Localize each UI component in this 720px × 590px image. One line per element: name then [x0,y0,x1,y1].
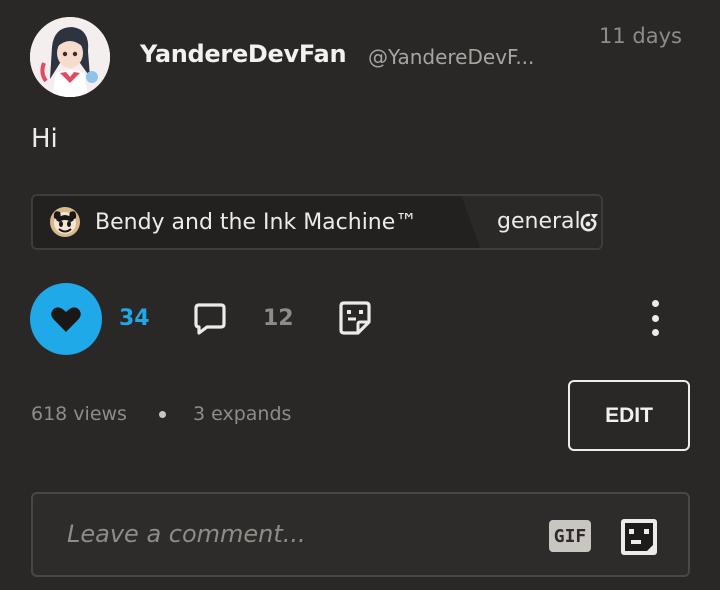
post-body: Hi [31,124,58,154]
comment-input[interactable]: Leave a comment... GIF [31,492,690,577]
tag-game-name: Bendy and the Ink Machine™ [95,209,418,235]
gif-button[interactable]: GIF [549,520,591,552]
tag-bar: Bendy and the Ink Machine™ general [31,194,603,250]
tag-channel[interactable]: general [479,196,601,248]
comment-icon[interactable] [193,302,227,336]
post-card: YandereDevFan @YandereDevF... 11 days Hi… [0,0,720,590]
bendy-icon [50,207,80,237]
edit-button[interactable]: EDIT [568,380,690,451]
post-timestamp: 11 days [599,24,682,48]
comment-count: 12 [263,306,294,331]
like-button[interactable] [30,283,102,355]
separator-dot [159,411,166,418]
expand-count: 3 expands [193,403,292,425]
comment-sticker-icon[interactable] [619,517,659,557]
avatar-image [30,17,110,97]
channel-icon [580,213,598,232]
like-count: 34 [119,306,150,331]
sticker-icon[interactable] [338,300,372,336]
view-count: 618 views [31,403,127,425]
tag-game[interactable]: Bendy and the Ink Machine™ [33,196,463,248]
user-handle[interactable]: @YandereDevF... [368,45,534,69]
comment-placeholder: Leave a comment... [67,520,306,548]
heart-icon [51,306,81,332]
avatar[interactable] [30,17,110,97]
more-options-icon[interactable] [645,300,665,336]
username[interactable]: YandereDevFan [140,40,347,68]
tag-channel-label: general [497,209,581,234]
